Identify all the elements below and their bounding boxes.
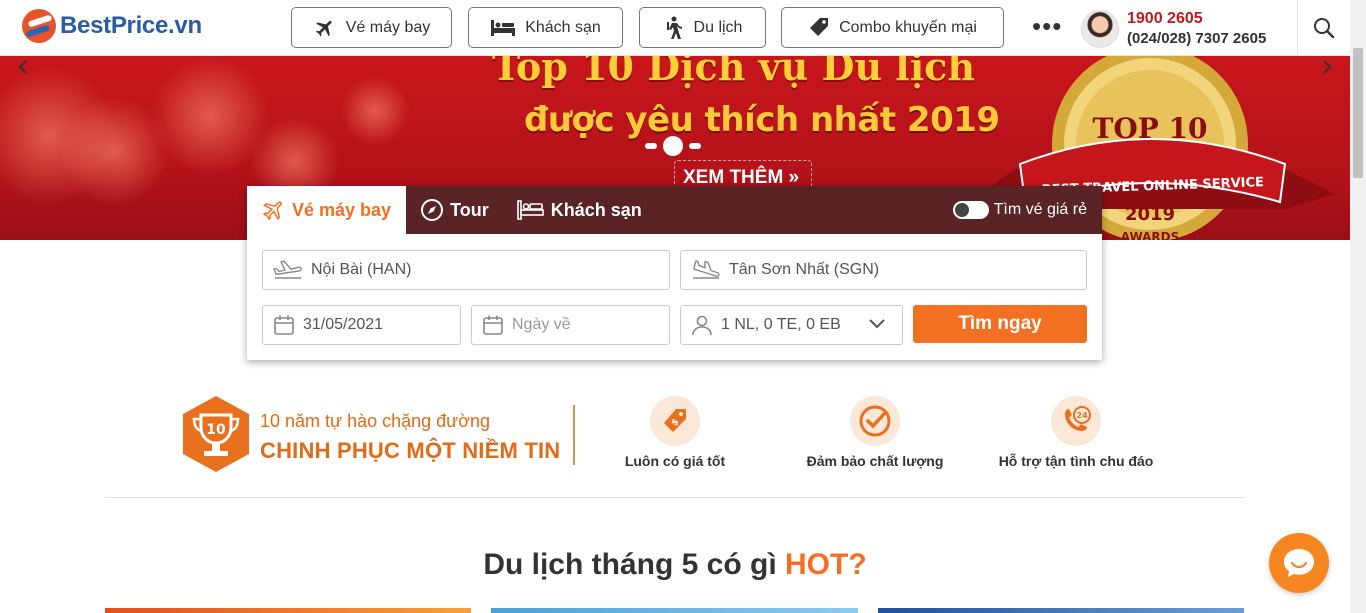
tour-card[interactable] <box>105 608 471 613</box>
award-year-text: 2019 <box>1125 204 1175 225</box>
phone-number[interactable]: (024/028) 7307 2605 <box>1127 30 1266 47</box>
banner-subheadline: được yêu thích nhất 2019 <box>524 100 1000 140</box>
cheap-fare-toggle-wrap: Tìm vé giá rẻ <box>952 201 1087 219</box>
tab-label: Khách sạn <box>550 199 642 220</box>
search-icon[interactable] <box>1313 17 1335 39</box>
plane-icon <box>262 201 282 221</box>
passenger-value: 1 NL, 0 TE, 0 EB <box>721 316 841 333</box>
carousel-dot[interactable] <box>645 143 657 149</box>
feature-label: Hỗ trợ tận tình chu đáo <box>998 453 1154 469</box>
more-menu-button[interactable]: ••• <box>1032 13 1062 39</box>
bokeh-decoration <box>340 76 410 146</box>
tour-card[interactable] <box>491 608 858 613</box>
site-header: BestPrice.vn Vé máy bay Khách sạn Du lịc… <box>0 0 1350 56</box>
destination-field[interactable]: Tân Sơn Nhất (SGN) <box>680 250 1087 290</box>
plane-icon <box>315 20 332 36</box>
tour-card[interactable] <box>878 608 1244 613</box>
tab-label: Vé máy bay <box>292 199 392 220</box>
section-title: Du lịch tháng 5 có gì HOT? <box>0 548 1350 582</box>
nav-combo-button[interactable]: Combo khuyến mại <box>781 7 1004 48</box>
origin-field[interactable]: Nội Bài (HAN) <box>262 250 670 290</box>
depart-date-field[interactable]: 31/05/2021 <box>262 305 461 345</box>
feature-label: Luôn có giá tốt <box>624 453 726 469</box>
feature-icon-circle: $ <box>650 396 700 446</box>
price-tag-icon: $ <box>664 409 686 432</box>
feature-best-price: $ Luôn có giá tốt <box>575 396 775 469</box>
tab-hotels[interactable]: Khách sạn <box>503 186 656 234</box>
destination-value: Tân Sơn Nhất (SGN) <box>729 261 880 278</box>
scrollbar-thumb[interactable] <box>1353 48 1363 178</box>
cheap-fare-label: Tìm vé giá rẻ <box>993 201 1087 218</box>
support-agent-avatar <box>1081 10 1119 48</box>
feature-label: Đảm bảo chất lượng <box>806 453 944 469</box>
badge-number: 10 <box>206 422 226 438</box>
bed-icon <box>491 19 516 36</box>
search-tabs: Vé máy bay Tour Khách sạn Tìm vé giá rẻ <box>247 186 1102 234</box>
carousel-dot[interactable] <box>689 143 701 149</box>
logo-suffix: .vn <box>168 12 202 39</box>
nav-hotels-button[interactable]: Khách sạn <box>468 7 623 48</box>
tab-flights[interactable]: Vé máy bay <box>247 186 407 234</box>
landing-icon <box>693 260 720 279</box>
banner-headline: Top 10 Dịch vụ Du lịch <box>492 56 975 89</box>
section-title-highlight: HOT? <box>785 548 867 581</box>
carousel-dot-active[interactable] <box>663 136 683 156</box>
section-divider <box>105 497 1245 498</box>
support-24-icon: 24 <box>1065 406 1091 431</box>
feature-icon-circle <box>850 396 900 446</box>
tab-label: Tour <box>450 199 489 220</box>
origin-value: Nội Bài (HAN) <box>311 261 412 278</box>
divider <box>1297 0 1298 56</box>
logo[interactable]: BestPrice.vn <box>22 9 202 43</box>
return-date-placeholder: Ngày về <box>512 316 571 333</box>
nav-label: Khách sạn <box>525 18 601 36</box>
check-circle-icon <box>859 405 891 437</box>
cheap-fare-toggle[interactable] <box>952 201 989 219</box>
chevron-down-icon <box>869 319 885 329</box>
logo-text: BestPrice <box>60 12 169 39</box>
return-date-field[interactable]: Ngày về <box>471 305 670 345</box>
feature-icon-circle: 24 <box>1051 396 1101 446</box>
compass-icon <box>421 199 444 221</box>
passenger-select[interactable]: 1 NL, 0 TE, 0 EB <box>680 305 903 345</box>
section-title-prefix: Du lịch tháng 5 có gì <box>483 548 777 581</box>
slogan: CHINH PHỤC MỘT NIỀM TIN <box>260 438 561 463</box>
svg-text:24: 24 <box>1076 411 1088 420</box>
banner-prev-icon[interactable] <box>18 60 28 74</box>
calendar-icon <box>274 315 294 335</box>
award-awards-text: AWARDS <box>1121 230 1180 240</box>
nav-label: Du lịch <box>693 18 743 36</box>
nav-travel-button[interactable]: Du lịch <box>639 7 766 48</box>
logo-icon <box>22 9 56 43</box>
search-button[interactable]: Tìm ngay <box>913 305 1087 343</box>
hotline-number[interactable]: 1900 2605 <box>1127 10 1203 28</box>
depart-date-value: 31/05/2021 <box>303 316 384 333</box>
chat-button[interactable] <box>1269 533 1329 593</box>
feature-quality: Đảm bảo chất lượng <box>775 396 975 469</box>
nav-label: Combo khuyến mại <box>839 18 977 36</box>
tag-icon <box>810 17 829 36</box>
chat-icon <box>1284 549 1314 577</box>
tab-tour[interactable]: Tour <box>406 186 503 234</box>
calendar-icon <box>483 315 503 335</box>
nav-flights-button[interactable]: Vé máy bay <box>291 7 452 48</box>
carousel-dots <box>645 136 707 156</box>
feature-support: 24 Hỗ trợ tận tình chu đáo <box>976 396 1176 469</box>
person-icon <box>692 315 712 336</box>
page-scrollbar[interactable] <box>1350 0 1366 613</box>
search-widget: Vé máy bay Tour Khách sạn Tìm vé giá rẻ … <box>247 186 1102 360</box>
nav-label: Vé máy bay <box>345 18 431 36</box>
tagline: 10 năm tự hào chặng đường <box>260 411 491 431</box>
bed-icon <box>516 200 544 220</box>
ten-years-trophy-icon: 10 <box>183 396 249 472</box>
hiker-icon <box>666 16 682 39</box>
award-top-text: TOP 10 <box>1093 112 1208 145</box>
takeoff-icon <box>273 260 302 279</box>
